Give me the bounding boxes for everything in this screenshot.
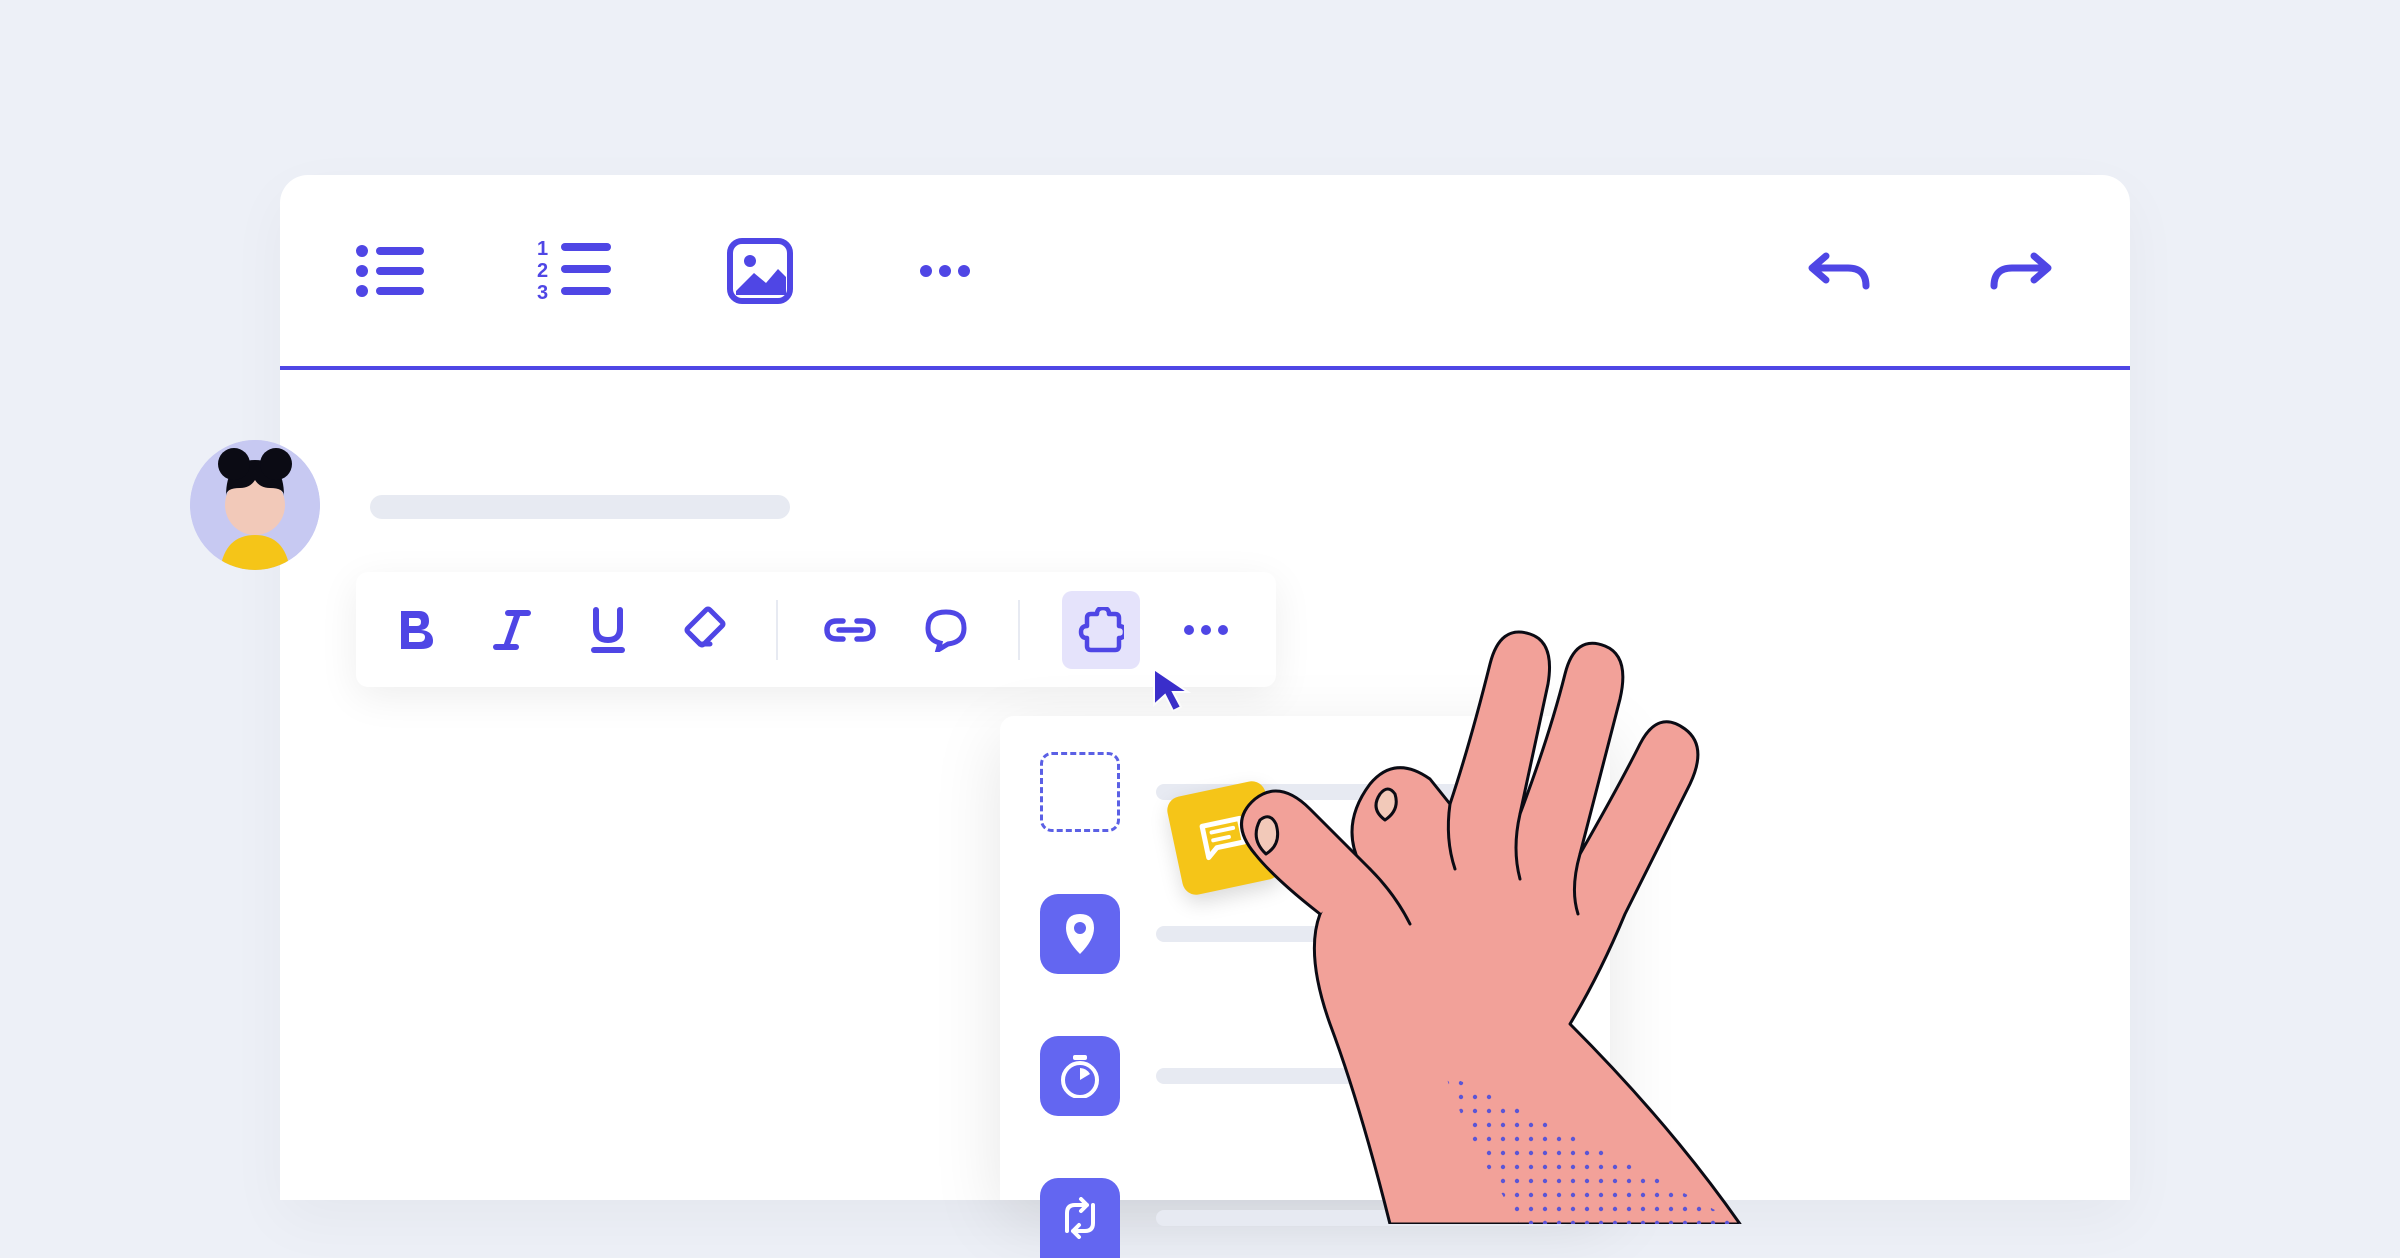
comment-button[interactable] bbox=[916, 600, 976, 660]
image-button[interactable] bbox=[720, 231, 800, 311]
underline-icon bbox=[588, 606, 628, 654]
dropdown-item-location[interactable] bbox=[1040, 894, 1570, 974]
separator bbox=[1018, 600, 1020, 660]
numbered-list-button[interactable]: 123 bbox=[535, 231, 615, 311]
avatar-illustration bbox=[190, 440, 320, 570]
floating-toolbar bbox=[356, 572, 1276, 687]
italic-button[interactable] bbox=[482, 600, 542, 660]
placeholder-line bbox=[1156, 1210, 1570, 1226]
separator bbox=[776, 600, 778, 660]
italic-icon bbox=[492, 607, 532, 653]
more-button[interactable] bbox=[905, 231, 985, 311]
route-icon bbox=[1040, 1178, 1120, 1258]
dropdown-item-drop-target[interactable] bbox=[1040, 752, 1570, 832]
underline-button[interactable] bbox=[578, 600, 638, 660]
stopwatch-icon bbox=[1040, 1036, 1120, 1116]
dragged-tile[interactable] bbox=[1165, 779, 1284, 898]
clear-format-button[interactable] bbox=[674, 600, 734, 660]
undo-button[interactable] bbox=[1800, 231, 1880, 311]
svg-text:1: 1 bbox=[537, 239, 548, 260]
clear-format-icon bbox=[680, 606, 728, 654]
text-placeholder[interactable] bbox=[370, 495, 790, 519]
location-pin-icon bbox=[1040, 894, 1120, 974]
drop-target-icon bbox=[1040, 752, 1120, 832]
bold-icon bbox=[397, 607, 435, 653]
bullet-list-button[interactable] bbox=[350, 231, 430, 311]
extension-button[interactable] bbox=[1062, 591, 1140, 669]
svg-text:3: 3 bbox=[537, 282, 548, 303]
bullet-list-icon bbox=[354, 241, 426, 301]
placeholder-line bbox=[1156, 926, 1570, 942]
numbered-list-icon: 123 bbox=[537, 239, 613, 303]
placeholder-line bbox=[1156, 1068, 1570, 1084]
more-button[interactable] bbox=[1176, 600, 1236, 660]
link-icon bbox=[823, 615, 877, 645]
svg-text:2: 2 bbox=[537, 260, 548, 282]
comment-icon bbox=[924, 608, 968, 652]
link-button[interactable] bbox=[820, 600, 880, 660]
dropdown-item-route[interactable] bbox=[1040, 1178, 1570, 1258]
more-icon bbox=[1184, 625, 1228, 635]
bold-button[interactable] bbox=[386, 600, 446, 660]
extension-dropdown bbox=[1000, 716, 1610, 1200]
undo-icon bbox=[1808, 248, 1872, 294]
image-icon bbox=[726, 237, 794, 305]
more-icon bbox=[920, 265, 970, 277]
dropdown-item-stopwatch[interactable] bbox=[1040, 1036, 1570, 1116]
user-avatar[interactable] bbox=[190, 440, 320, 570]
cursor-pointer-icon bbox=[1150, 665, 1204, 719]
text-block-icon bbox=[1195, 811, 1253, 864]
redo-button[interactable] bbox=[1980, 231, 2060, 311]
redo-icon bbox=[1988, 248, 2052, 294]
extension-icon bbox=[1078, 607, 1124, 653]
main-toolbar: 123 bbox=[280, 175, 2130, 370]
